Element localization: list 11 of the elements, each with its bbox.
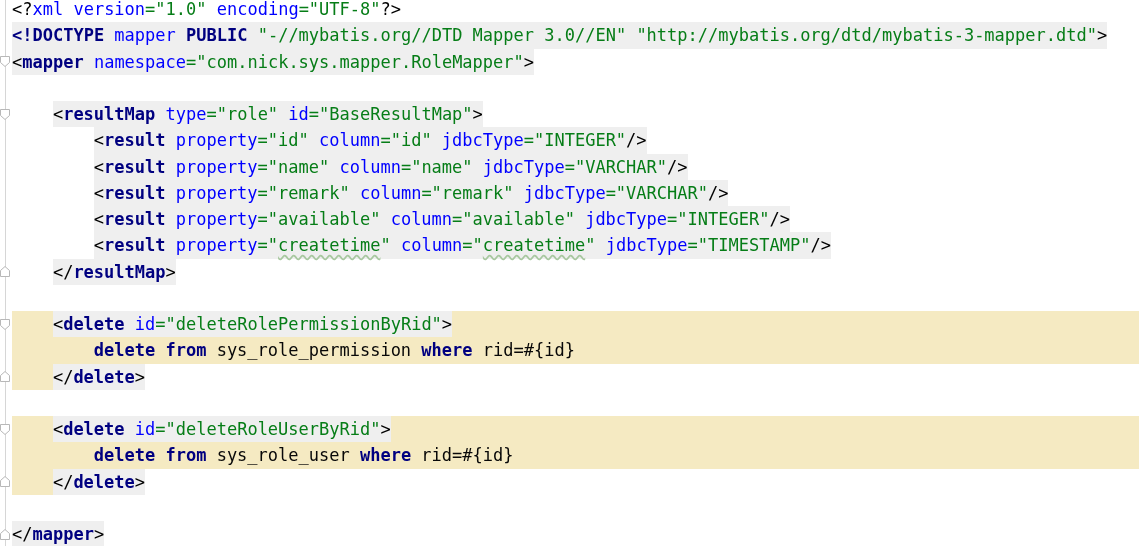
code-line: <?xml version="1.0" encoding="UTF-8"?> <box>12 0 401 22</box>
code-line: delete from sys_role_user where rid=#{id} <box>93 444 514 468</box>
fold-icon[interactable] <box>0 108 10 120</box>
fold-icon[interactable] <box>0 476 10 488</box>
fold-icon[interactable] <box>0 318 10 330</box>
fold-icon[interactable] <box>0 371 10 383</box>
code-line: delete from sys_role_permission where rid=#{id} <box>93 339 575 363</box>
fold-icon[interactable] <box>0 266 10 278</box>
fold-icon[interactable] <box>0 423 10 435</box>
fold-icon[interactable] <box>0 56 10 68</box>
fold-icon[interactable] <box>0 528 10 540</box>
